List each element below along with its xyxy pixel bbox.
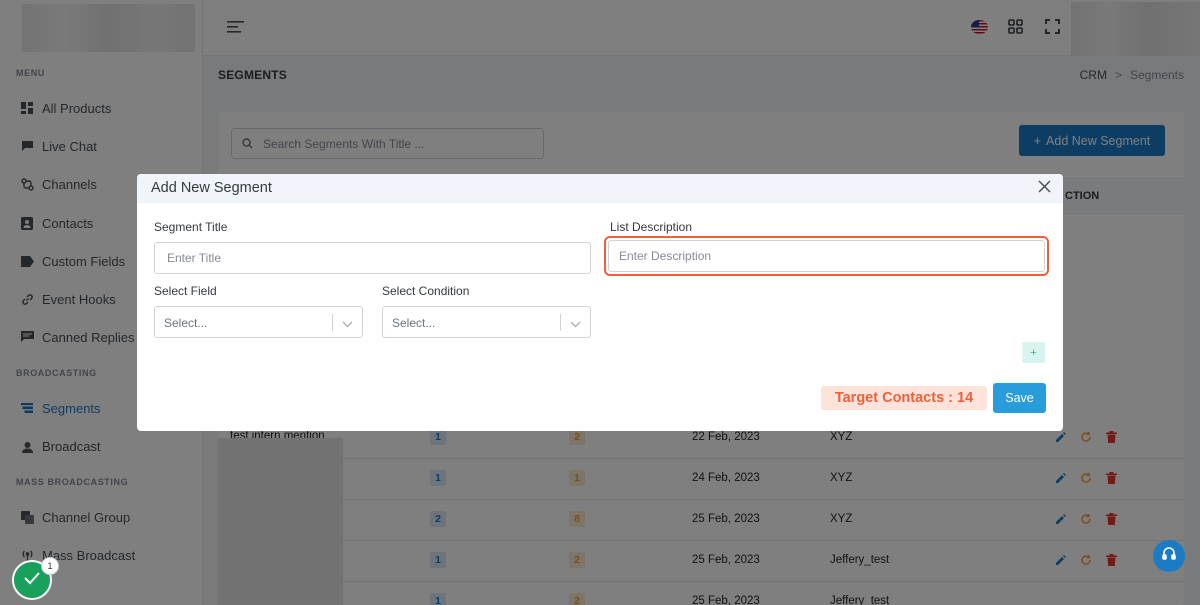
segment-title-input[interactable]: Enter Title	[154, 242, 591, 274]
help-chat-button[interactable]	[1153, 540, 1185, 572]
add-segment-modal: Add New Segment Segment Title Enter Titl…	[137, 174, 1063, 431]
modal-header: Add New Segment	[137, 174, 1063, 203]
select-condition-placeholder: Select...	[392, 316, 436, 330]
select-field-label: Select Field	[154, 284, 217, 298]
save-button[interactable]: Save	[993, 383, 1046, 413]
close-icon[interactable]	[1038, 180, 1051, 198]
select-field-dropdown[interactable]: Select...	[154, 306, 363, 338]
select-field-placeholder: Select...	[164, 316, 208, 330]
headset-icon	[1161, 546, 1177, 567]
list-description-label: List Description	[610, 220, 693, 234]
modal-title: Add New Segment	[151, 180, 272, 196]
select-condition-dropdown[interactable]: Select...	[382, 306, 591, 338]
checkmark-icon	[23, 571, 41, 590]
chevron-down-icon	[342, 317, 353, 331]
select-condition-label: Select Condition	[382, 284, 470, 298]
segment-title-label: Segment Title	[154, 220, 228, 234]
select-separator	[332, 314, 333, 331]
chevron-down-icon	[570, 317, 581, 331]
select-separator	[560, 314, 561, 331]
add-condition-button[interactable]: +	[1022, 342, 1045, 363]
list-description-input[interactable]: Enter Description	[604, 236, 1049, 276]
segment-title-placeholder: Enter Title	[167, 251, 222, 265]
target-contacts-badge: Target Contacts : 14	[821, 386, 987, 410]
notification-count-badge: 1	[41, 557, 59, 575]
list-description-placeholder: Enter Description	[619, 249, 712, 263]
